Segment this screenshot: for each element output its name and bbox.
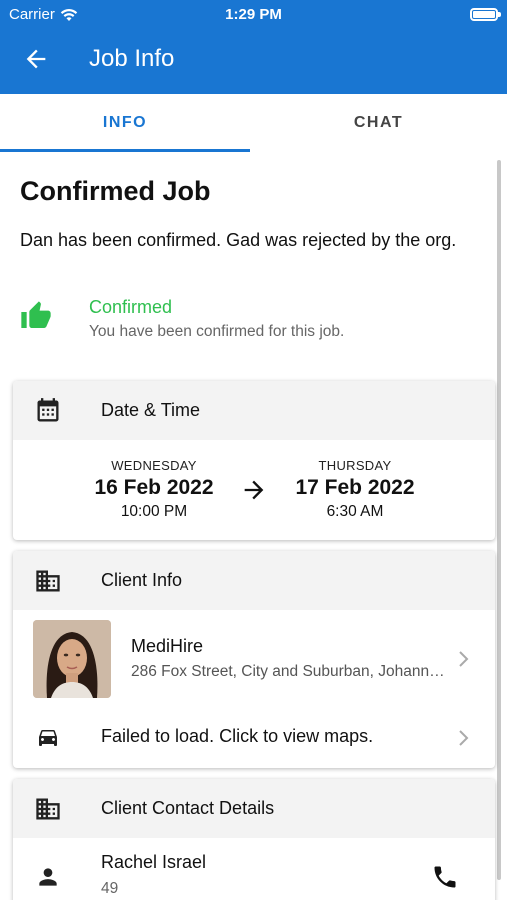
- contact-name: Rachel Israel: [101, 852, 207, 872]
- job-info-content[interactable]: Confirmed Job Dan has been confirmed. Ga…: [0, 152, 507, 900]
- tab-info[interactable]: INFO: [0, 94, 250, 152]
- chevron-right-icon: [459, 730, 469, 746]
- building-icon: [36, 798, 60, 820]
- end-time: 6:30 AM: [326, 503, 384, 520]
- thumbs-up-icon: [21, 301, 51, 328]
- start-date: WEDNESDAY 16 Feb 2022 10:00 PM: [74, 458, 234, 521]
- end-day: THURSDAY: [318, 458, 392, 473]
- end-date: THURSDAY 17 Feb 2022 6:30 AM: [275, 458, 435, 521]
- page-title: Job Info: [89, 45, 175, 72]
- client-info-header: Client Info: [13, 551, 495, 610]
- arrow-right-icon: [244, 480, 264, 500]
- building-icon: [36, 570, 60, 592]
- client-row[interactable]: MediHire 286 Fox Street, City and Suburb…: [13, 610, 495, 708]
- client-contact-label: Client Contact Details: [101, 798, 275, 818]
- status-time: 1:29 PM: [225, 6, 282, 23]
- arrow-left-icon[interactable]: [22, 45, 50, 73]
- map-fallback-text: Failed to load. Click to view maps.: [101, 726, 374, 746]
- client-contact-card: Client Contact Details Rachel Israel 49: [13, 779, 495, 900]
- map-row[interactable]: Failed to load. Click to view maps.: [13, 708, 495, 768]
- chevron-right-icon: [459, 651, 469, 667]
- person-icon: [39, 868, 57, 886]
- status-title: Confirmed: [89, 297, 173, 317]
- end-date-value: 17 Feb 2022: [295, 476, 415, 499]
- phone-icon[interactable]: [431, 863, 459, 891]
- car-icon: [39, 730, 57, 746]
- client-avatar: [33, 620, 111, 698]
- client-name: MediHire: [131, 636, 204, 656]
- client-info-label: Client Info: [101, 570, 183, 590]
- start-time: 10:00 PM: [120, 503, 188, 520]
- job-description: Dan has been confirmed. Gad was rejected…: [20, 230, 457, 250]
- client-info-card: Client Info MediHire 286 Fox Street, Cit…: [13, 551, 495, 768]
- status-bar: Carrier 1:29 PM: [0, 0, 507, 30]
- client-address: 286 Fox Street, City and Suburban, Johan…: [131, 663, 449, 680]
- job-heading: Confirmed Job: [20, 176, 211, 206]
- tab-chat[interactable]: CHAT: [250, 94, 507, 152]
- battery-icon: [470, 8, 501, 21]
- contact-row: Rachel Israel 49: [13, 838, 495, 900]
- status-subtitle: You have been confirmed for this job.: [89, 323, 345, 340]
- app-bar: Carrier 1:29 PM Job Info: [0, 0, 507, 94]
- calendar-icon: [37, 398, 59, 422]
- scrollbar[interactable]: [497, 160, 501, 880]
- date-time-body: WEDNESDAY 16 Feb 2022 10:00 PM THURSDAY …: [13, 440, 495, 540]
- date-time-card: Date & Time WEDNESDAY 16 Feb 2022 10:00 …: [13, 381, 495, 540]
- date-time-label: Date & Time: [101, 400, 201, 420]
- date-time-header: Date & Time: [13, 381, 495, 440]
- tab-bar: INFO CHAT: [0, 94, 507, 152]
- contact-number: 49: [101, 880, 119, 897]
- start-day: WEDNESDAY: [111, 458, 197, 473]
- start-date-value: 16 Feb 2022: [94, 476, 214, 499]
- client-contact-header: Client Contact Details: [13, 779, 495, 838]
